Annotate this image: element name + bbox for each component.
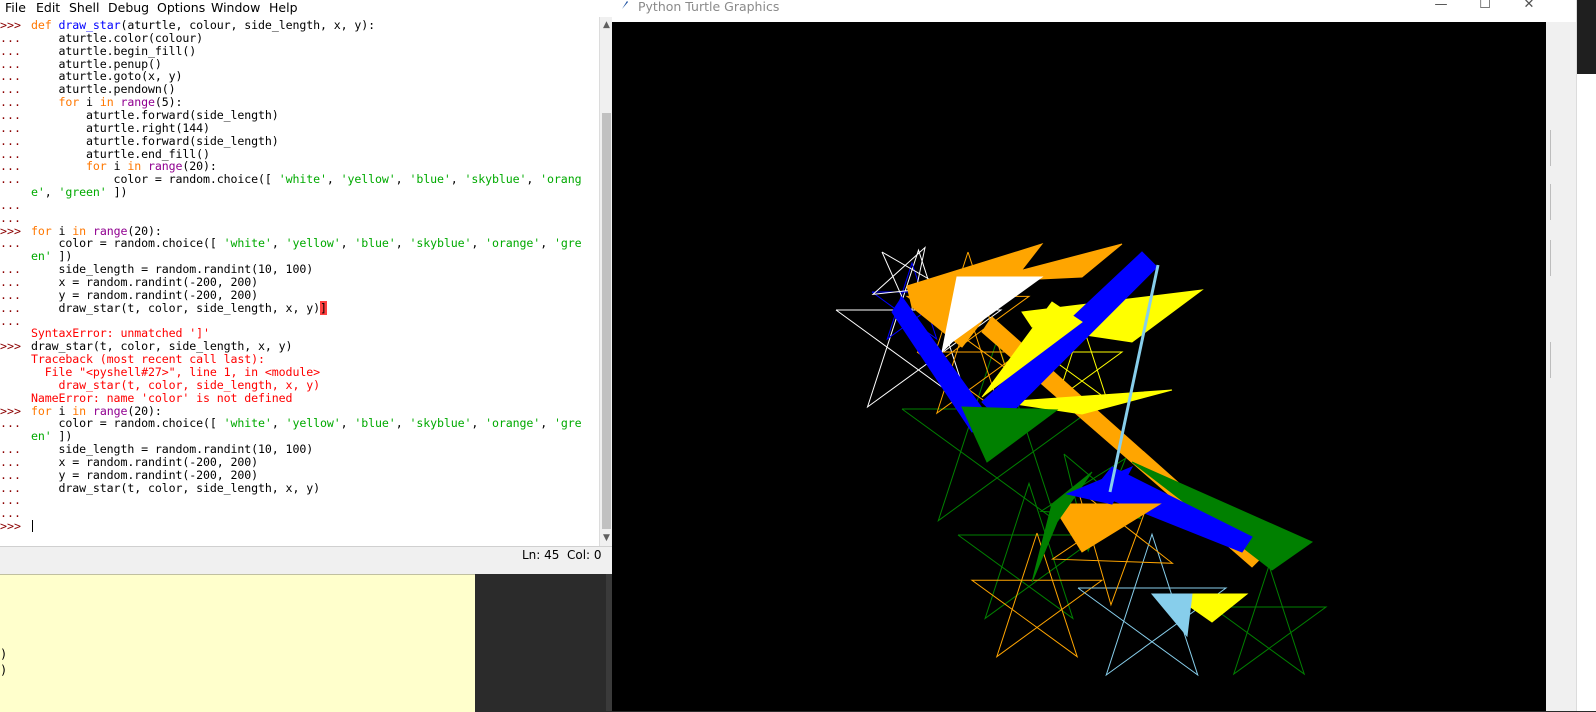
shell-prompt: ...: [0, 43, 21, 58]
shell-prompt: ...: [0, 467, 21, 482]
shell-text-area[interactable]: >>>.....................................…: [0, 17, 599, 546]
status-line: Ln: 45: [522, 548, 560, 562]
shell-prompt: ...: [0, 133, 21, 148]
shell-prompt: >>>: [0, 339, 21, 354]
turtle-canvas[interactable]: [612, 22, 1546, 711]
shell-line: draw_star(t, color, side_length, x, y)]: [31, 300, 327, 315]
prompt-gutter: >>>.....................................…: [0, 17, 29, 546]
shell-code[interactable]: def draw_star(aturtle, colour, side_leng…: [31, 17, 599, 546]
background-text: ): [0, 647, 8, 661]
shell-prompt: >>>: [0, 519, 21, 534]
scroll-thumb[interactable]: [602, 113, 611, 529]
menu-edit[interactable]: Edit: [36, 0, 60, 15]
turtle-window: Python Turtle Graphics — ☐ ✕: [612, 0, 1576, 711]
status-column: Col: 0: [567, 548, 602, 562]
shell-prompt: ...: [0, 454, 21, 469]
text-cursor: [32, 520, 33, 533]
turtle-title-bar[interactable]: Python Turtle Graphics — ☐ ✕: [612, 0, 1576, 22]
vertical-scrollbar[interactable]: ▲ ▼: [599, 17, 613, 546]
shell-line: draw_star(t, color, side_length, x, y): [31, 480, 321, 495]
shell-prompt: ...: [0, 416, 21, 431]
shell-line: color = random.choice([ 'white', 'yellow…: [31, 416, 582, 431]
desktop-right-edge: [1576, 0, 1596, 711]
edge-line: [1550, 130, 1551, 166]
stars-drawing: [835, 243, 1328, 677]
star-fill: [1150, 593, 1193, 638]
star-outline: [1211, 563, 1328, 676]
background-window: ) ): [0, 574, 475, 712]
star-fill: [961, 406, 1059, 463]
edge-line: [1550, 342, 1551, 378]
background-text: ): [0, 663, 8, 677]
shell-prompt: ...: [0, 300, 21, 315]
close-button[interactable]: ✕: [1515, 0, 1543, 13]
menu-window[interactable]: Window: [211, 0, 260, 15]
turtle-window-title: Python Turtle Graphics: [638, 0, 780, 14]
menu-debug[interactable]: Debug: [108, 0, 149, 15]
menu-file[interactable]: File: [5, 0, 26, 15]
shell-prompt: ...: [0, 313, 21, 328]
star-fill: [1051, 503, 1162, 553]
menu-shell[interactable]: Shell: [69, 0, 100, 15]
shell-prompt: ...: [0, 287, 21, 302]
minimize-button[interactable]: —: [1427, 0, 1455, 13]
shell-prompt: ...: [0, 210, 21, 225]
idle-shell-window: File Edit Shell Debug Options Window Hel…: [0, 0, 613, 563]
edge-line: [1550, 184, 1551, 220]
shell-prompt: ...: [0, 197, 21, 212]
menu-bar: File Edit Shell Debug Options Window Hel…: [0, 0, 612, 17]
window-gap: [0, 562, 612, 574]
shell-prompt: ...: [0, 120, 21, 135]
feather-icon: [622, 1, 628, 9]
menu-options[interactable]: Options: [157, 0, 205, 15]
shell-prompt: ...: [0, 30, 21, 45]
shell-prompt: ...: [0, 172, 21, 187]
shell-line: e', 'green' ]): [31, 185, 128, 200]
dark-block: [1577, 0, 1596, 74]
shell-prompt: ...: [0, 236, 21, 251]
status-bar: Ln: 45 Col: 0: [0, 546, 612, 563]
shell-prompt: ...: [0, 107, 21, 122]
menu-help[interactable]: Help: [269, 0, 298, 15]
maximize-button[interactable]: ☐: [1471, 0, 1499, 13]
turtle-window-edge: [1546, 22, 1576, 711]
edge-line: [1550, 240, 1551, 276]
shell-line: color = random.choice([ 'white', 'yellow…: [31, 236, 582, 251]
